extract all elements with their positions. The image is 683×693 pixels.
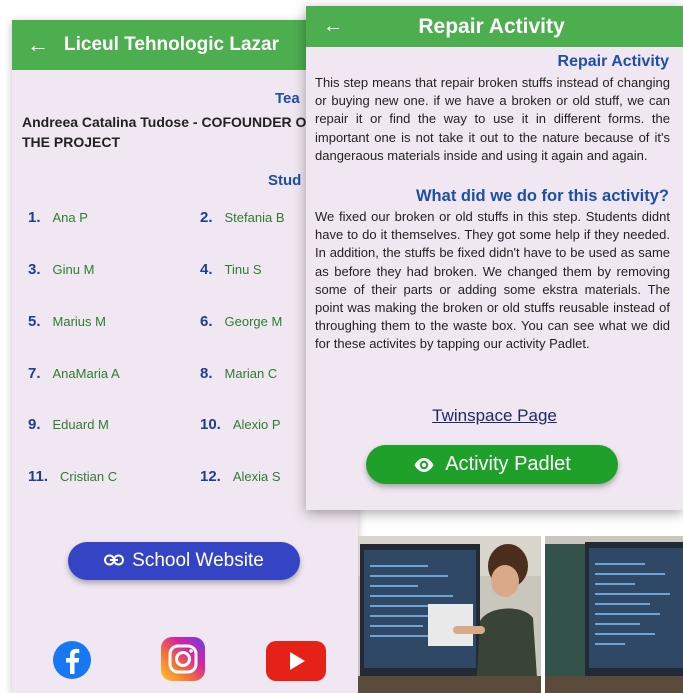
app-bar: ← Repair Activity — [306, 6, 683, 47]
student-number: 9. — [28, 416, 41, 433]
facebook-icon[interactable] — [52, 640, 92, 685]
student-item: 8. Marian C — [200, 365, 277, 382]
activity-padlet-button[interactable]: Activity Padlet — [366, 445, 618, 484]
student-number: 2. — [200, 209, 213, 226]
student-name: Marius M — [52, 314, 106, 329]
student-item: 3. Ginu M — [28, 261, 94, 278]
student-item: 9. Eduard M — [28, 416, 109, 433]
student-name: AnaMaria A — [52, 366, 120, 381]
student-name: Eduard M — [52, 417, 109, 432]
youtube-icon[interactable] — [265, 640, 327, 687]
student-number: 5. — [28, 313, 41, 330]
student-number: 10. — [200, 416, 221, 433]
student-number: 3. — [28, 261, 41, 278]
back-arrow-icon[interactable]: ← — [12, 32, 64, 58]
student-number: 12. — [200, 468, 221, 485]
student-name: Cristian C — [60, 469, 118, 484]
student-name: Stefania B — [224, 210, 285, 225]
instagram-icon[interactable] — [160, 636, 206, 687]
student-item: 12. Alexia S — [200, 468, 281, 485]
student-name: Marian C — [224, 366, 278, 381]
section-heading: Repair Activity — [557, 53, 669, 70]
school-website-button[interactable]: School Website — [68, 542, 300, 580]
classroom-photo — [545, 536, 683, 693]
activity-text: We fixed our broken or old stuffs in thi… — [315, 209, 670, 352]
school-website-label: School Website — [132, 550, 264, 571]
back-arrow-icon[interactable]: ← — [306, 15, 360, 38]
student-item: 5. Marius M — [28, 313, 106, 330]
student-item: 4. Tinu S — [200, 261, 262, 278]
student-item: 7. AnaMaria A — [28, 365, 120, 382]
student-name: Alexia S — [232, 469, 281, 484]
student-name: Ginu M — [52, 262, 95, 277]
repair-activity-screen: ← Repair Activity Repair Activity This s… — [306, 6, 683, 510]
classroom-photo — [358, 536, 541, 693]
student-item: 2. Stefania B — [200, 209, 285, 226]
student-name: George M — [224, 314, 283, 329]
section-heading: What did we do for this activity? — [415, 187, 669, 205]
twinspace-link[interactable]: Twinspace Page — [306, 406, 683, 426]
student-number: 1. — [28, 209, 41, 226]
student-number: 8. — [200, 365, 213, 382]
eye-icon — [414, 457, 434, 472]
students-heading: Stud — [268, 172, 302, 189]
activity-padlet-label: Activity Padlet — [445, 453, 571, 475]
student-item: 1. Ana P — [28, 209, 88, 226]
student-name: Tinu S — [224, 262, 262, 277]
student-item: 6. George M — [200, 313, 282, 330]
student-number: 7. — [28, 365, 41, 382]
link-icon — [104, 553, 125, 570]
student-name: Alexio P — [232, 417, 281, 432]
student-number: 6. — [200, 313, 213, 330]
student-number: 11. — [28, 468, 49, 485]
app-bar-title: Liceul Tehnologic Lazar — [64, 34, 280, 55]
description-text: This step means that repair broken stuff… — [315, 75, 670, 163]
student-name: Ana P — [52, 210, 88, 225]
teacher-name: Andreea Catalina Tudose - COFOUNDER OF T… — [22, 114, 315, 150]
student-item: 11. Cristian C — [28, 468, 117, 485]
app-bar-title: Repair Activity — [418, 14, 565, 38]
teacher-heading: Tea — [275, 90, 300, 107]
student-item: 10. Alexio P — [200, 416, 281, 433]
student-number: 4. — [200, 261, 213, 278]
